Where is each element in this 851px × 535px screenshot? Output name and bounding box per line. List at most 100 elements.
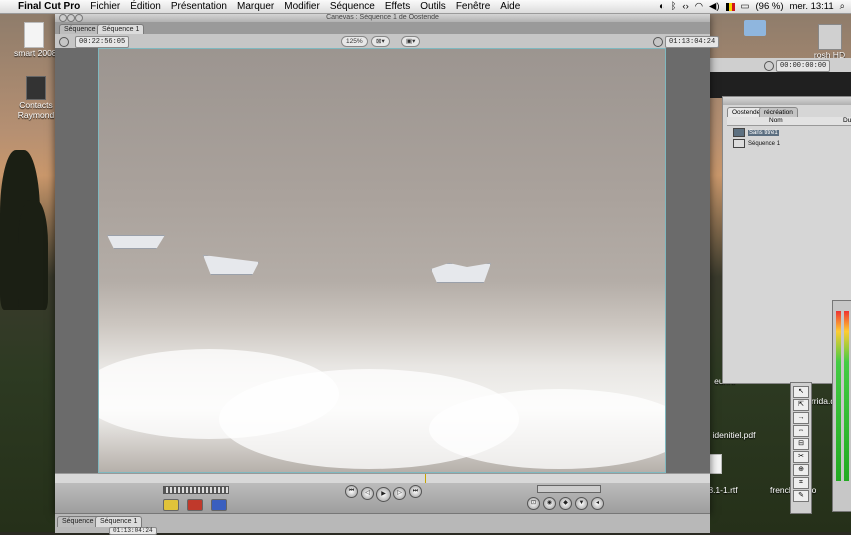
match-frame-icon[interactable]: ⊡: [527, 497, 540, 510]
folder-graphic: [744, 20, 766, 36]
add-keyframe-icon[interactable]: ◆: [559, 497, 572, 510]
play-icon[interactable]: ▶: [376, 487, 391, 502]
wifi-icon[interactable]: ◠: [695, 1, 703, 12]
video-frame[interactable]: [98, 48, 666, 473]
audio-meter-right: [844, 311, 849, 481]
menu-outils[interactable]: Outils: [420, 1, 446, 12]
menu-sequence[interactable]: Séquence: [330, 1, 375, 12]
replace-edit-button[interactable]: [211, 499, 227, 511]
sequence-icon: [733, 128, 745, 137]
timeline-timecode[interactable]: 01:13:04:24: [109, 527, 157, 535]
browser-titlebar[interactable]: [723, 97, 851, 105]
browser-item-sequence[interactable]: Séquence 1: [733, 139, 780, 148]
item-label: Séquence 1: [748, 140, 781, 147]
shuttle-icon[interactable]: [59, 37, 69, 47]
edit-select-tool-icon[interactable]: ⇱: [793, 399, 809, 411]
pen-tool-icon[interactable]: ✎: [793, 490, 809, 502]
canvas-controls: 00:22:56:05 125% ⊠▾ ▣▾ 01:13:04:24: [55, 34, 720, 49]
mark-in-icon[interactable]: ◂: [591, 497, 604, 510]
sequence-icon: [733, 139, 745, 148]
transport-controls: ⏮ ◁ ▶ ▷ ⏭ ⊡ ◉ ◆ ▼ ◂: [55, 483, 710, 513]
hard-drive-icon: [817, 24, 842, 50]
zoom-icon[interactable]: [75, 14, 83, 22]
timecode-duration[interactable]: 00:22:56:05: [75, 36, 130, 48]
add-marker-icon[interactable]: ▼: [575, 497, 588, 510]
view-popup-icon[interactable]: ⊠▾: [371, 36, 390, 47]
volume-icon[interactable]: ◀): [709, 1, 719, 12]
next-edit-icon[interactable]: ⏭: [409, 485, 422, 498]
battery-icon[interactable]: ▭: [741, 1, 750, 12]
app-menu[interactable]: Final Cut Pro: [18, 1, 80, 12]
canvas-tabbar: Séquence 1 Séquence 1: [55, 22, 710, 35]
menu-modifier[interactable]: Modifier: [284, 1, 320, 12]
browser-item-sans-titre[interactable]: Sans titre1: [733, 128, 779, 137]
desktop-icon-label[interactable]: idenitiel.pdf: [712, 430, 756, 440]
overwrite-edit-button[interactable]: [187, 499, 203, 511]
desktop-icon-hd[interactable]: rosh HD: [808, 24, 851, 60]
zoom-popup[interactable]: 125%: [341, 36, 368, 47]
play-in-to-out-icon[interactable]: ◁: [361, 487, 374, 500]
bluetooth-icon[interactable]: ᛒ: [671, 1, 677, 12]
desktop-icon-label: smart 2008: [14, 48, 57, 58]
timecode-current[interactable]: 01:13:04:24: [665, 36, 720, 48]
menu-aide[interactable]: Aide: [500, 1, 520, 12]
insert-edit-button[interactable]: [163, 499, 179, 511]
desktop-icon-smart[interactable]: smart 2008: [14, 22, 57, 58]
canvas-title: Canevas : Séquence 1 de Oostende: [326, 14, 439, 21]
close-icon[interactable]: [59, 14, 67, 22]
crop-tool-icon[interactable]: ⌗: [793, 477, 809, 489]
menu-effets[interactable]: Effets: [385, 1, 410, 12]
code-icon[interactable]: ‹›: [682, 1, 688, 12]
tab-sequence-active[interactable]: Séquence 1: [95, 516, 143, 527]
play-around-icon[interactable]: ▷: [393, 487, 406, 500]
item-label: Sans titre1: [748, 129, 779, 136]
playhead-sync-icon[interactable]: [764, 61, 774, 71]
desktop-icon-label: Raymond: [17, 110, 55, 120]
canvas-titlebar[interactable]: Canevas : Séquence 1 de Oostende: [55, 13, 710, 22]
sync-icon[interactable]: ◐: [659, 1, 665, 12]
menu-fichier[interactable]: Fichier: [90, 1, 120, 12]
column-duration[interactable]: Dur: [843, 117, 851, 125]
playhead[interactable]: [425, 474, 426, 483]
audio-meter-left: [836, 311, 841, 481]
timeline-window[interactable]: Séquence 1 Séquence 1 01:13:04:24: [55, 513, 710, 535]
menubar: Final Cut Pro Fichier Édition Présentati…: [0, 0, 851, 14]
razor-tool-icon[interactable]: ✂: [793, 451, 809, 463]
desktop-icon-label: Contacts: [19, 100, 53, 110]
menu-marquer[interactable]: Marquer: [237, 1, 274, 12]
viewer-timecode[interactable]: 00:00:00:00: [776, 60, 831, 72]
minimize-icon[interactable]: [67, 14, 75, 22]
menu-presentation[interactable]: Présentation: [171, 1, 227, 12]
slip-tool-icon[interactable]: ⊟: [793, 438, 809, 450]
tool-palette[interactable]: ↖ ⇱ → ⇔ ⊟ ✂ ⊕ ⌗ ✎: [790, 382, 812, 514]
overlay-popup-icon[interactable]: ▣▾: [401, 36, 421, 47]
clock[interactable]: mer. 13:11: [789, 1, 833, 12]
document-icon[interactable]: [708, 454, 722, 474]
paper-boat: [107, 235, 165, 249]
previous-edit-icon[interactable]: ⏮: [345, 485, 358, 498]
input-source-flag-icon[interactable]: [725, 2, 735, 11]
jog-control[interactable]: [537, 485, 601, 493]
folder-icon[interactable]: [744, 20, 768, 36]
column-name[interactable]: Nom: [769, 117, 783, 125]
viewer-toolbar: 00:00:00:00: [710, 58, 851, 72]
roll-tool-icon[interactable]: ⇔: [793, 425, 809, 437]
spotlight-search-icon[interactable]: ⌕: [840, 1, 845, 12]
menu-fenetre[interactable]: Fenêtre: [456, 1, 490, 12]
canvas-viewer[interactable]: [55, 48, 710, 473]
menu-edition[interactable]: Édition: [130, 1, 161, 12]
audio-meters: [832, 300, 851, 512]
mark-clip-icon[interactable]: ◉: [543, 497, 556, 510]
battery-percent: (96 %): [755, 1, 784, 12]
track-select-tool-icon[interactable]: →: [793, 412, 809, 424]
selection-tool-icon[interactable]: ↖: [793, 386, 809, 398]
desktop-icon-contacts[interactable]: Contacts Raymond: [16, 76, 56, 120]
desktop-icon-label[interactable]: 8.1-1.rtf: [706, 485, 740, 495]
browser-column-header[interactable]: Nom Dur: [727, 117, 851, 126]
playhead-sync-icon[interactable]: [653, 37, 663, 47]
zoom-tool-icon[interactable]: ⊕: [793, 464, 809, 476]
canvas-window[interactable]: Canevas : Séquence 1 de Oostende Séquenc…: [55, 13, 720, 513]
shuttle-control[interactable]: [163, 486, 229, 494]
document-icon: [24, 22, 44, 48]
contacts-icon: [26, 76, 46, 100]
